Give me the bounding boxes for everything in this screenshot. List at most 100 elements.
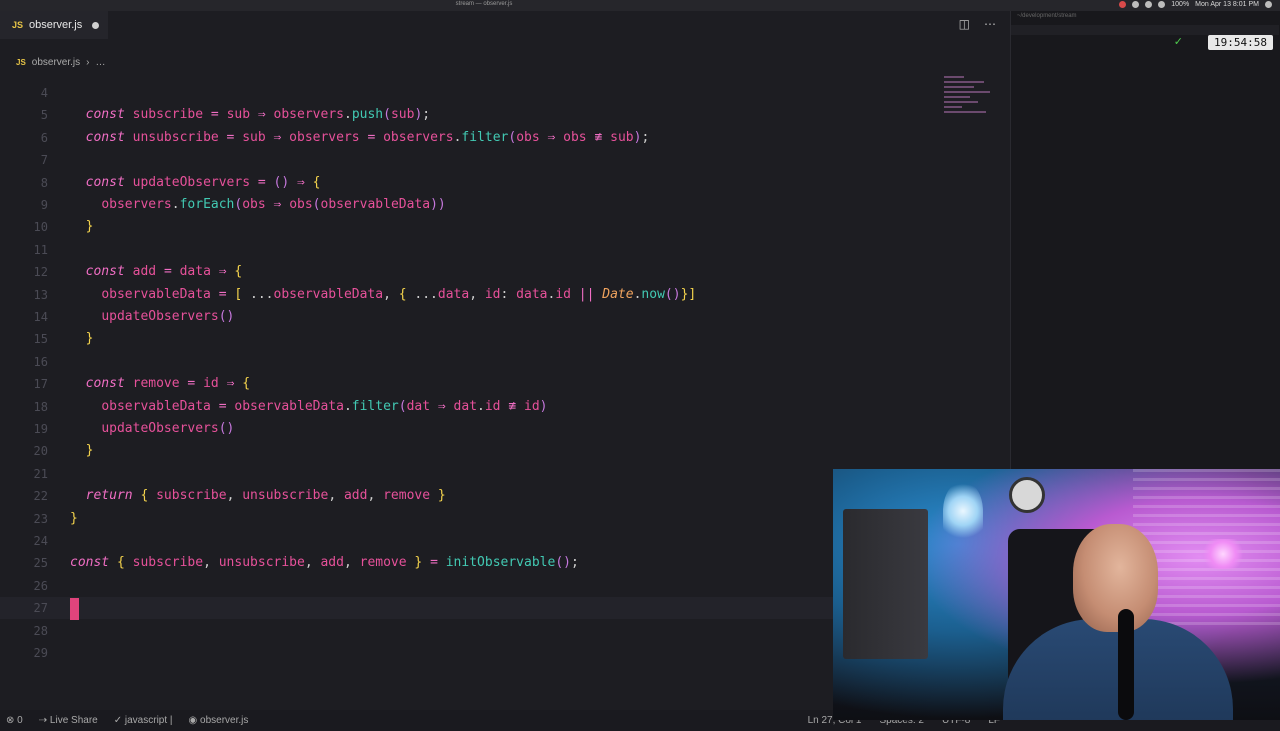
breadcrumb: JS observer.js › … [0,53,1010,71]
window-title: stream — observer.js [455,1,513,7]
code-text: return { subscribe, unsubscribe, add, re… [85,488,446,504]
live-share-icon: ⇢ [38,715,50,726]
status-tray: 100% Mon Apr 13 8:01 PM [1119,1,1272,8]
language-indicator[interactable]: ✓ javascript | [114,715,173,726]
code-line[interactable]: 16 [0,351,1000,373]
wifi-icon[interactable] [1145,1,1153,8]
minimap[interactable] [944,76,1000,126]
code-line[interactable]: 10 } [0,216,1000,238]
line-number: 11 [33,242,48,257]
line-number: 14 [33,310,48,324]
breadcrumb-file[interactable]: observer.js [32,57,80,68]
code-line[interactable]: 20 } [0,440,1000,462]
battery-label[interactable]: 100% [1171,1,1189,8]
line-number: 12 [33,265,48,280]
code-text: observers.forEach(obs ⇒ obs(observableDa… [101,197,446,212]
code-text: const unsubscribe = sub ⇒ observers = ob… [85,129,650,145]
code-text: } [85,331,94,347]
line-number: 8 [40,175,48,190]
menubar-clock[interactable]: Mon Apr 13 8:01 PM [1195,1,1259,8]
code-line[interactable]: 17 const remove = id ⇒ { [0,373,1000,395]
side-pane-bar [1011,25,1279,35]
background-shelf [843,509,928,659]
code-text: } [85,443,94,459]
check-icon: ✓ [1173,36,1183,48]
code-text: observableData = observableData.filter(d… [101,398,548,414]
line-number: 9 [40,198,48,212]
javascript-file-icon: JS [12,20,24,30]
webcam-overlay [833,469,1280,720]
code-line[interactable]: 9 observers.forEach(obs ⇒ obs(observable… [0,194,1000,216]
split-editor-icon[interactable]: ◫ [959,17,970,31]
check-icon: ✓ [113,715,125,726]
background-lamp [943,481,983,541]
tab-label: observer.js [29,19,83,31]
line-number: 29 [33,646,48,660]
code-line[interactable]: 7 [0,149,1000,171]
pink-lamp [1203,539,1243,569]
javascript-file-icon: JS [16,57,26,67]
code-text: const { subscribe, unsubscribe, add, rem… [70,555,579,571]
code-text: } [70,510,78,526]
line-number: 18 [33,399,48,414]
error-icon: ⊗ [6,715,18,726]
code-line[interactable]: 14 updateObservers() [0,306,1000,328]
code-text: const add = data ⇒ { [85,264,243,280]
code-line[interactable]: 4 [0,82,1000,104]
code-text: const subscribe = sub ⇒ observers.push(s… [85,107,431,123]
code-line[interactable]: 12 const add = data ⇒ { [0,261,1000,283]
chevron-right-icon: › [86,56,90,68]
side-pane-path: ~/development/stream [1017,13,1077,19]
line-number: 22 [33,489,48,504]
code-line[interactable]: 11 [0,239,1000,261]
line-number: 24 [33,534,48,548]
person-head [1073,524,1158,632]
line-number: 26 [33,578,48,593]
more-actions-icon[interactable]: ⋯ [984,17,996,31]
wall-plaque [1009,477,1045,513]
code-line[interactable]: 8 const updateObservers = () ⇒ { [0,172,1000,194]
text-cursor [70,598,79,620]
eye-icon: ◉ [188,715,201,726]
line-number: 25 [33,556,48,571]
microphone [1118,609,1134,720]
search-icon[interactable] [1265,1,1272,8]
line-number: 21 [33,466,48,481]
code-line[interactable]: 6 const unsubscribe = sub ⇒ observers = … [0,127,1000,149]
line-number: 4 [40,86,48,100]
side-pane: ~/development/stream ✓ 19:54:58 [1010,11,1280,470]
stream-clock: 19:54:58 [1208,35,1273,50]
code-text: updateObservers() [101,309,235,324]
line-number: 13 [33,287,48,302]
line-number: 23 [33,511,48,526]
code-text: } [85,219,94,235]
unsaved-dot-icon[interactable] [92,21,100,29]
code-text: const remove = id ⇒ { [85,376,251,392]
line-number: 17 [33,377,48,392]
status-file[interactable]: ◉ observer.js [189,715,249,726]
line-number: 16 [33,354,48,369]
code-line[interactable]: 5 const subscribe = sub ⇒ observers.push… [0,104,1000,126]
volume-icon[interactable] [1158,1,1166,8]
tab-bar: JS observer.js ◫ ⋯ [0,11,1010,39]
code-line[interactable]: 15 } [0,328,1000,350]
code-line[interactable]: 18 observableData = observableData.filte… [0,396,1000,418]
settings-icon[interactable] [1132,1,1140,8]
line-number: 19 [33,422,48,436]
line-number: 7 [40,153,48,168]
line-number: 15 [33,332,48,347]
live-share-button[interactable]: ⇢ Live Share [39,715,98,726]
record-icon[interactable] [1119,1,1127,8]
line-number: 27 [33,601,48,616]
tab-observer-js[interactable]: JS observer.js [0,11,108,39]
code-line[interactable]: 19 updateObservers() [0,418,1000,440]
breadcrumb-more[interactable]: … [96,57,106,68]
code-text: updateObservers() [101,421,235,436]
line-number: 28 [33,623,48,638]
code-text: const updateObservers = () ⇒ { [85,174,321,190]
tab-actions: ◫ ⋯ [959,17,996,31]
code-line[interactable]: 13 observableData = [ ...observableData,… [0,284,1000,306]
code-text: observableData = [ ...observableData, { … [101,286,697,302]
line-number: 5 [40,108,48,123]
errors-count[interactable]: ⊗ 0 [6,715,23,726]
